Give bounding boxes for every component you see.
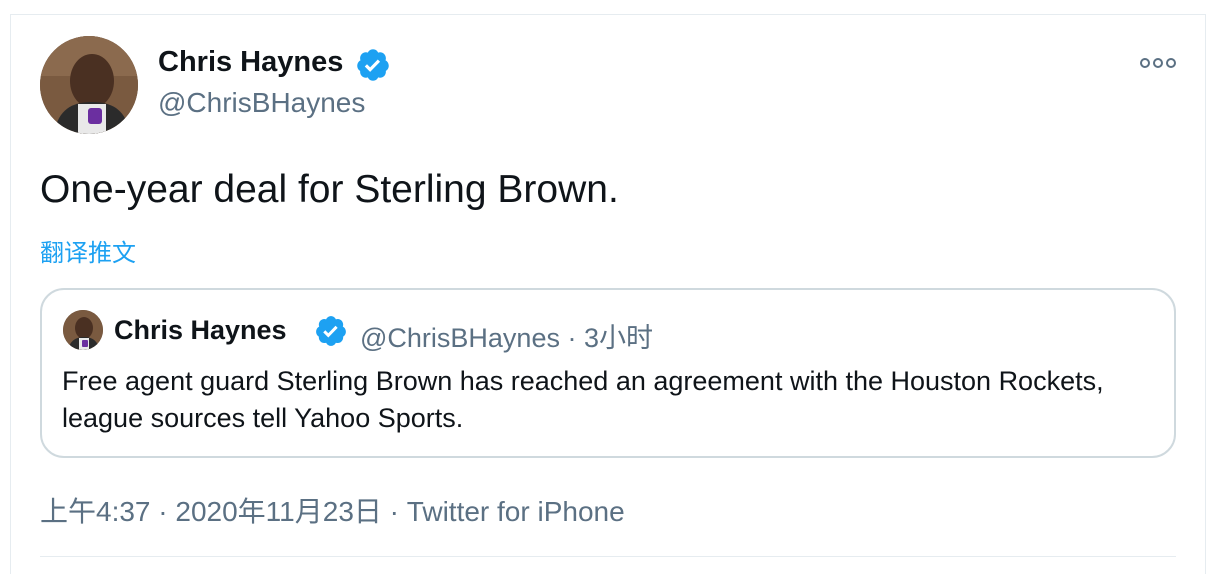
quoted-author-name: Chris Haynes: [114, 315, 287, 345]
verified-badge-icon: [357, 49, 389, 81]
tweet-timestamp-line: 上午4:37 · 2020年11月23日 · Twitter for iPhon…: [40, 490, 625, 530]
quoted-author-avatar: [63, 310, 103, 350]
quoted-tweet-meta: @ChrisBHaynes · 3小时: [360, 323, 653, 353]
verified-badge-icon: [316, 316, 346, 346]
tweet-time[interactable]: 上午4:37: [40, 496, 151, 527]
divider: [40, 556, 1176, 557]
translate-tweet-link[interactable]: 翻译推文: [40, 233, 136, 268]
tweet-text: One-year deal for Sterling Brown.: [40, 168, 619, 211]
author-handle[interactable]: @ChrisBHaynes: [158, 87, 365, 119]
meta-separator: ·: [150, 496, 176, 527]
tweet-source[interactable]: Twitter for iPhone: [407, 496, 625, 527]
tweet-date[interactable]: 2020年11月23日: [175, 496, 382, 527]
quoted-tweet-card[interactable]: Chris Haynes @ChrisBHaynes · 3小时 Free ag…: [40, 288, 1176, 458]
quoted-tweet-text: Free agent guard Sterling Brown has reac…: [62, 366, 1104, 433]
author-avatar[interactable]: [40, 36, 138, 134]
meta-separator: ·: [381, 496, 407, 527]
author-name[interactable]: Chris Haynes: [158, 46, 343, 79]
more-horizontal-icon[interactable]: [1138, 52, 1178, 74]
